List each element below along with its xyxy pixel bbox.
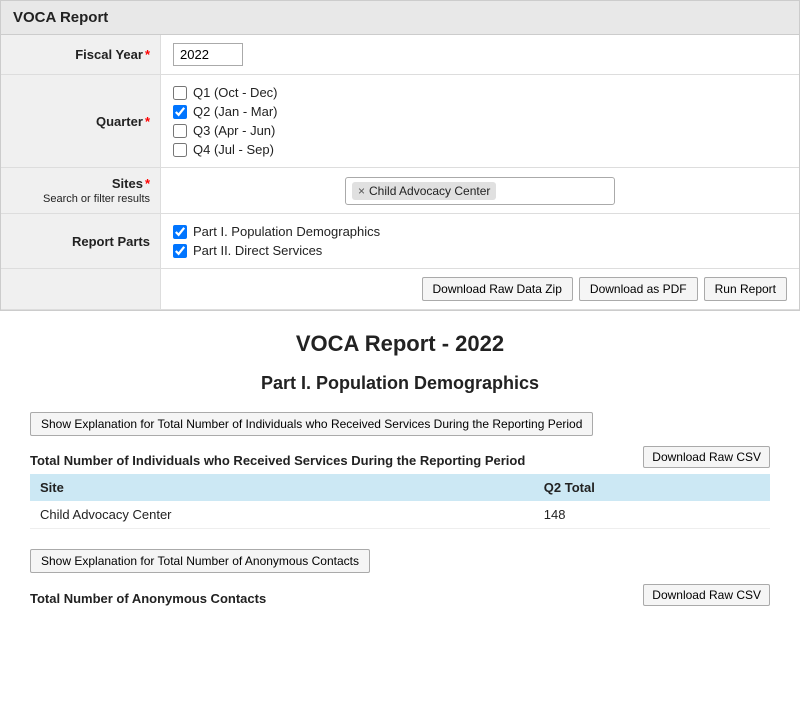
part2-label[interactable]: Part II. Direct Services [193, 243, 322, 258]
table1-header-row: Total Number of Individuals who Received… [30, 446, 770, 468]
report-section-title: Part I. Population Demographics [30, 373, 770, 394]
col-q2-total: Q2 Total [534, 474, 770, 501]
quarter-q2-label[interactable]: Q2 (Jan - Mar) [193, 104, 278, 119]
part1-label[interactable]: Part I. Population Demographics [193, 224, 380, 239]
buttons-label-empty [1, 269, 161, 309]
quarter-q4-row: Q4 (Jul - Sep) [173, 142, 787, 157]
required-indicator: * [145, 176, 150, 191]
buttons-content: Download Raw Data Zip Download as PDF Ru… [161, 269, 799, 309]
buttons-row: Download Raw Data Zip Download as PDF Ru… [1, 269, 799, 310]
sites-tag-container[interactable]: × Child Advocacy Center [345, 177, 615, 205]
quarter-label: Quarter* [1, 75, 161, 167]
download-raw-zip-button[interactable]: Download Raw Data Zip [422, 277, 573, 301]
site-tag: × Child Advocacy Center [352, 182, 496, 200]
quarter-row: Quarter* Q1 (Oct - Dec) Q2 (Jan - Mar) Q… [1, 75, 799, 168]
table2-header-row: Total Number of Anonymous Contacts Downl… [30, 583, 770, 606]
col-site: Site [30, 474, 534, 501]
part1-row: Part I. Population Demographics [173, 224, 787, 239]
table-row: Child Advocacy Center 148 [30, 501, 770, 529]
sites-row: Sites* Search or filter results × Child … [1, 168, 799, 214]
fiscal-year-label: Fiscal Year* [1, 35, 161, 74]
page-title: VOCA Report [13, 9, 108, 26]
part1-checkbox[interactable] [173, 225, 187, 239]
table1-section: Show Explanation for Total Number of Ind… [30, 412, 770, 529]
table2-section: Show Explanation for Total Number of Ano… [30, 549, 770, 606]
quarter-q1-label[interactable]: Q1 (Oct - Dec) [193, 85, 278, 100]
quarter-q2-row: Q2 (Jan - Mar) [173, 104, 787, 119]
sites-content: × Child Advocacy Center [161, 168, 799, 213]
report-parts-row: Report Parts Part I. Population Demograp… [1, 214, 799, 269]
cell-q2-total: 148 [534, 501, 770, 529]
cell-site: Child Advocacy Center [30, 501, 534, 529]
required-indicator: * [145, 47, 150, 62]
report-parts-content: Part I. Population Demographics Part II.… [161, 214, 799, 268]
quarter-q1-checkbox[interactable] [173, 86, 187, 100]
report-container: VOCA Report - 2022 Part I. Population De… [0, 311, 800, 646]
table2-label: Total Number of Anonymous Contacts [30, 591, 266, 606]
quarter-q2-checkbox[interactable] [173, 105, 187, 119]
quarter-q3-label[interactable]: Q3 (Apr - Jun) [193, 123, 275, 138]
table1-header-tr: Site Q2 Total [30, 474, 770, 501]
quarter-q3-row: Q3 (Apr - Jun) [173, 123, 787, 138]
quarter-q1-row: Q1 (Oct - Dec) [173, 85, 787, 100]
site-tag-remove[interactable]: × [358, 184, 365, 198]
download-csv-btn1[interactable]: Download Raw CSV [643, 446, 770, 468]
sites-sublabel: Search or filter results [43, 193, 150, 205]
report-main-title: VOCA Report - 2022 [30, 331, 770, 357]
required-indicator: * [145, 114, 150, 129]
table1: Site Q2 Total Child Advocacy Center 148 [30, 474, 770, 529]
report-parts-label: Report Parts [1, 214, 161, 268]
sites-label: Sites* Search or filter results [1, 168, 161, 213]
fiscal-year-row: Fiscal Year* [1, 35, 799, 75]
download-pdf-button[interactable]: Download as PDF [579, 277, 698, 301]
explanation-btn1[interactable]: Show Explanation for Total Number of Ind… [30, 412, 593, 436]
quarter-q3-checkbox[interactable] [173, 124, 187, 138]
table1-label: Total Number of Individuals who Received… [30, 453, 643, 468]
part2-row: Part II. Direct Services [173, 243, 787, 258]
form-section: Fiscal Year* Quarter* Q1 (Oct - Dec) Q2 … [0, 35, 800, 311]
quarter-content: Q1 (Oct - Dec) Q2 (Jan - Mar) Q3 (Apr - … [161, 75, 799, 167]
quarter-q4-label[interactable]: Q4 (Jul - Sep) [193, 142, 274, 157]
site-tag-label: Child Advocacy Center [369, 184, 490, 198]
explanation-btn2[interactable]: Show Explanation for Total Number of Ano… [30, 549, 370, 573]
download-csv-btn2[interactable]: Download Raw CSV [643, 584, 770, 606]
part2-checkbox[interactable] [173, 244, 187, 258]
fiscal-year-content [161, 35, 799, 74]
quarter-q4-checkbox[interactable] [173, 143, 187, 157]
fiscal-year-input[interactable] [173, 43, 243, 66]
run-report-button[interactable]: Run Report [704, 277, 787, 301]
page-header: VOCA Report [0, 0, 800, 35]
